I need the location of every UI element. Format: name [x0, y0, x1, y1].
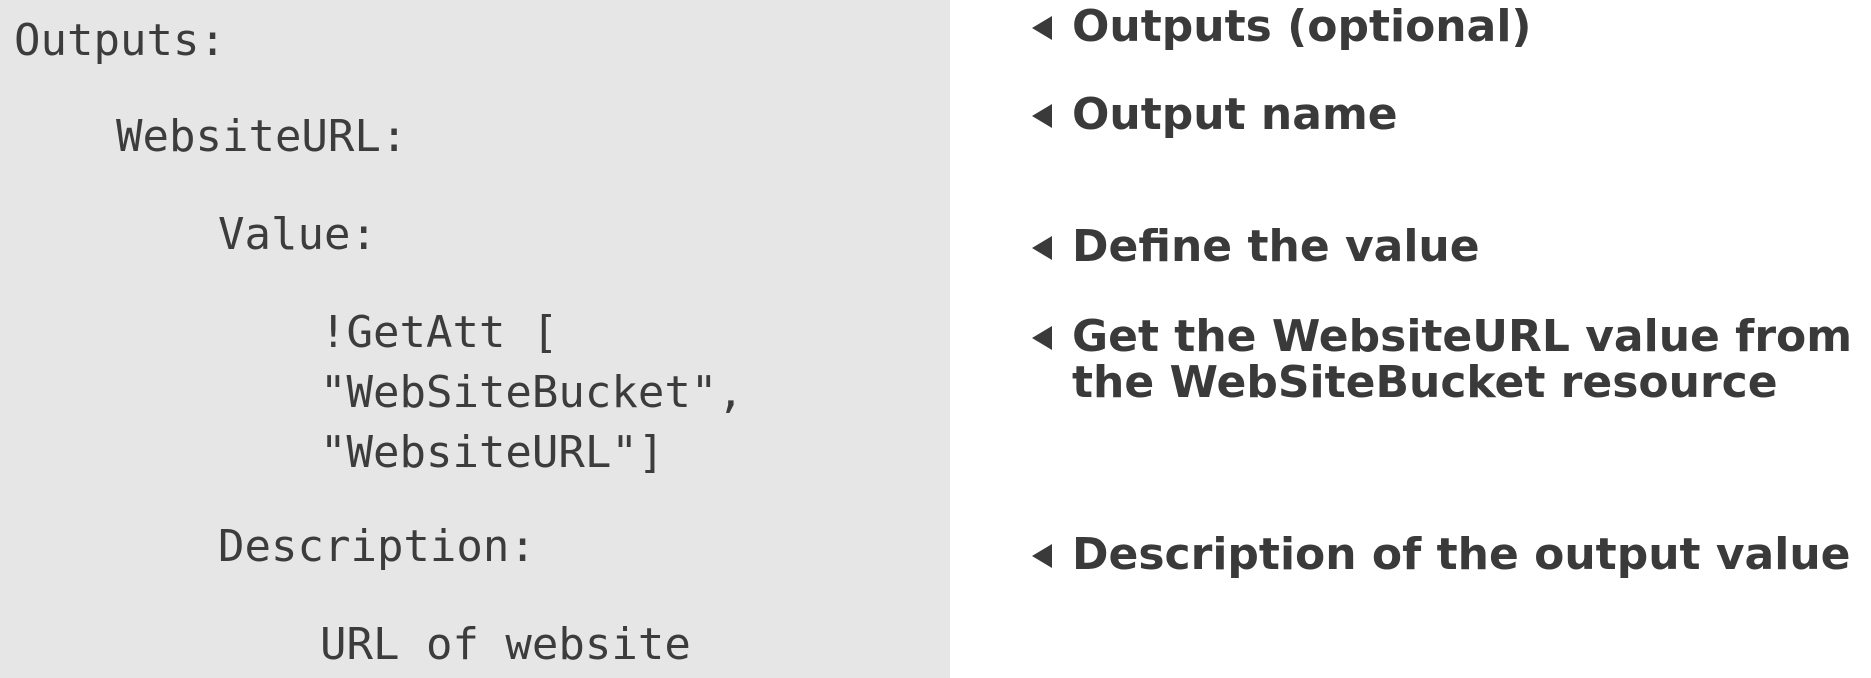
left-pointer-icon: [1032, 326, 1052, 350]
annotation-getatt: Get the WebsiteURL value from the WebSit…: [1032, 314, 1852, 406]
annotation-outputs: Outputs (optional): [1032, 4, 1532, 50]
annotation-text: Get the WebsiteURL value from the WebSit…: [1072, 311, 1853, 408]
code-line-website-url-key: WebsiteURL:: [116, 111, 408, 162]
left-pointer-icon: [1032, 544, 1052, 568]
annotation-define-value: Define the value: [1032, 224, 1480, 270]
code-panel: Outputs: WebsiteURL: Value: !GetAtt [ "W…: [0, 0, 950, 678]
code-line-getatt: !GetAtt [: [320, 307, 559, 358]
code-line-attribute-arg: "WebsiteURL"]: [320, 427, 665, 478]
code-line-value-key: Value:: [218, 209, 377, 260]
slide: Outputs: WebsiteURL: Value: !GetAtt [ "W…: [0, 0, 1871, 678]
code-line-bucket-arg: "WebSiteBucket",: [320, 367, 744, 418]
annotation-output-name: Output name: [1032, 92, 1398, 138]
annotation-text: Output name: [1072, 89, 1398, 140]
annotation-text: Define the value: [1072, 221, 1480, 272]
left-pointer-icon: [1032, 236, 1052, 260]
annotation-description: Description of the output value: [1032, 532, 1851, 578]
code-line-description-value: URL of website: [320, 619, 691, 670]
left-pointer-icon: [1032, 16, 1052, 40]
annotation-text: Description of the output value: [1072, 529, 1851, 580]
code-line-description-key: Description:: [218, 521, 536, 572]
left-pointer-icon: [1032, 104, 1052, 128]
code-line-outputs: Outputs:: [14, 15, 226, 66]
annotation-text: Outputs (optional): [1072, 1, 1532, 52]
